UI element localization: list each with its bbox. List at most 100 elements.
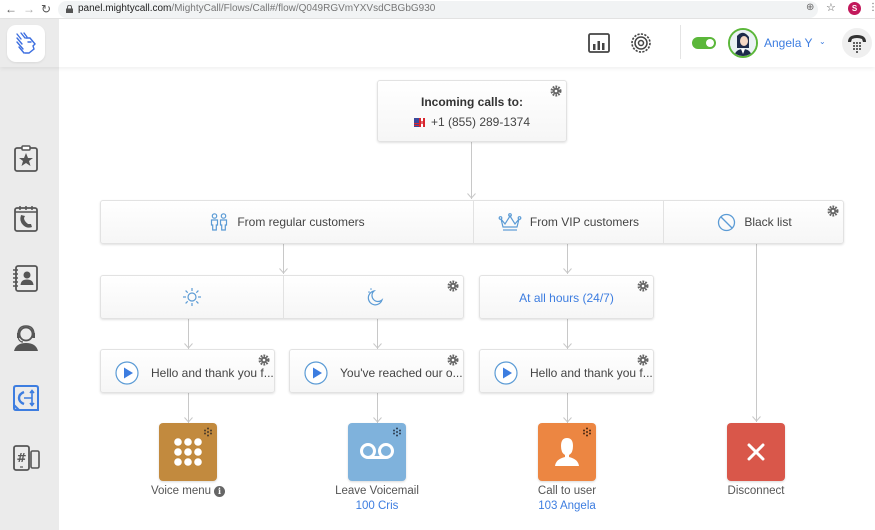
schedule-node-regular — [100, 275, 464, 319]
mightycall-logo[interactable] — [7, 25, 45, 62]
call-flow-icon — [13, 385, 39, 411]
action-label-disconnect: Disconnect — [727, 485, 785, 497]
sidebar-item-contacts[interactable] — [11, 263, 41, 293]
bookmark-star-icon[interactable]: ☆ — [826, 1, 836, 14]
moon-icon — [367, 288, 383, 306]
sidebar-item-call-flows[interactable] — [11, 383, 41, 413]
sidebar-item-favorites[interactable] — [11, 143, 41, 173]
app-header: Angela Y ⌄ — [0, 19, 875, 67]
incoming-title: Incoming calls to: — [420, 95, 523, 109]
sun-icon — [183, 288, 201, 306]
greeting-node[interactable]: Hello and thank you f... — [100, 349, 275, 393]
greeting-node[interactable]: You've reached our o... — [289, 349, 464, 393]
greeting-text: You've reached our o... — [340, 366, 463, 380]
browser-profile-avatar[interactable]: S — [848, 2, 861, 15]
lock-icon — [66, 5, 73, 13]
phone-numbers-icon: # — [13, 445, 40, 471]
action-label-call-to-user: Call to user — [537, 485, 597, 497]
gear-icon[interactable] — [629, 31, 653, 55]
caller-filter-node: From regular customers From VIP customer… — [100, 200, 844, 244]
arrow-left-icon[interactable]: ← — [4, 2, 18, 16]
schedule-node-vip[interactable]: At all hours (24/7) — [479, 275, 654, 319]
chevron-down-icon[interactable]: ⌄ — [819, 37, 826, 46]
crown-icon — [498, 213, 522, 231]
connector-line — [471, 141, 472, 199]
sidebar-item-operator[interactable] — [11, 323, 41, 353]
voice-menu-label: Voice menu — [150, 485, 212, 497]
action-label-voice-menu: Voice menu i — [118, 485, 258, 497]
url-path: /MightyCall/Flows/Call#/flow/Q049RGVmYXV… — [171, 3, 436, 14]
action-voice-menu[interactable] — [159, 423, 217, 481]
keypad-icon — [174, 438, 202, 466]
arrow-right-icon[interactable]: → — [22, 2, 36, 16]
incoming-number-row: +1 (855) 289-1374 — [378, 115, 566, 129]
browser-toolbar: ← → ↻ panel.mightycall.com/MightyCall/Fl… — [0, 0, 875, 19]
clipboard-star-icon — [14, 145, 38, 172]
flow-canvas: Incoming calls to: +1 (855) 289-1374 Fro… — [59, 67, 875, 530]
sidebar-item-calendar-calls[interactable] — [11, 203, 41, 233]
avatar-portrait-icon — [730, 30, 756, 56]
gear-icon[interactable] — [447, 280, 459, 292]
call-target-link[interactable]: 103 Angela — [497, 500, 637, 512]
action-leave-voicemail[interactable] — [348, 423, 406, 481]
schedule-after-hours[interactable] — [284, 276, 465, 318]
filter-black-list-label: Black list — [744, 215, 792, 229]
dialer-button[interactable] — [842, 28, 872, 58]
svg-text:#: # — [16, 451, 26, 465]
user-icon — [555, 438, 579, 466]
greeting-text: Hello and thank you f... — [151, 366, 274, 380]
phone-dialpad-icon — [848, 35, 866, 53]
sidebar: # — [0, 67, 59, 530]
address-bar[interactable]: panel.mightycall.com/MightyCall/Flows/Ca… — [58, 1, 818, 18]
action-disconnect[interactable] — [727, 423, 785, 481]
mightycall-logo-icon — [16, 32, 36, 54]
filter-black-list[interactable]: Black list — [664, 201, 845, 243]
arrow-down-icon — [279, 268, 288, 274]
gear-icon[interactable] — [258, 354, 270, 366]
sidebar-item-numbers[interactable]: # — [11, 443, 41, 473]
people-icon — [211, 213, 228, 231]
arrow-down-icon — [467, 193, 476, 199]
vip-schedule-label: At all hours (24/7) — [519, 291, 614, 305]
filter-vip-customers[interactable]: From VIP customers — [474, 201, 663, 243]
arrow-down-icon — [752, 416, 761, 422]
incoming-number: +1 (855) 289-1374 — [430, 115, 531, 129]
url-host: panel.mightycall.com — [78, 3, 172, 14]
bar-chart-icon[interactable] — [587, 31, 611, 55]
play-icon[interactable] — [115, 361, 139, 385]
gear-icon[interactable] — [637, 280, 649, 292]
voicemail-target-link[interactable]: 100 Cris — [307, 500, 447, 512]
drag-handle-icon[interactable] — [582, 427, 592, 437]
logo-column — [0, 19, 59, 67]
browser-menu-icon[interactable]: ⋮ — [868, 2, 875, 13]
filter-regular-customers[interactable]: From regular customers — [101, 201, 473, 243]
drag-handle-icon[interactable] — [203, 427, 213, 437]
us-ca-flag-icon — [413, 118, 425, 127]
close-icon — [747, 443, 765, 461]
info-icon[interactable]: i — [214, 486, 226, 497]
drag-handle-icon[interactable] — [392, 427, 402, 437]
arrow-down-icon — [563, 268, 572, 274]
zoom-icon[interactable]: ⊕ — [806, 2, 814, 13]
action-label-leave-voicemail: Leave Voicemail — [335, 485, 419, 497]
voicemail-icon — [360, 443, 394, 459]
user-name[interactable]: Angela Y — [764, 36, 813, 50]
play-icon[interactable] — [494, 361, 518, 385]
headset-agent-icon — [14, 325, 38, 351]
greeting-text: Hello and thank you f... — [530, 366, 653, 380]
action-call-to-user[interactable] — [538, 423, 596, 481]
filter-regular-label: From regular customers — [237, 215, 365, 229]
gear-icon[interactable] — [447, 354, 459, 366]
play-icon[interactable] — [304, 361, 328, 385]
gear-icon[interactable] — [827, 205, 839, 217]
incoming-calls-node[interactable]: Incoming calls to: +1 (855) 289-1374 — [377, 80, 567, 142]
block-icon — [718, 213, 736, 231]
greeting-node[interactable]: Hello and thank you f... — [479, 349, 654, 393]
reload-icon[interactable]: ↻ — [39, 2, 53, 16]
gear-icon[interactable] — [637, 354, 649, 366]
url-text: panel.mightycall.com/MightyCall/Flows/Ca… — [78, 3, 435, 14]
availability-toggle[interactable] — [692, 37, 716, 49]
address-book-icon — [13, 265, 38, 292]
schedule-business-hours[interactable] — [101, 276, 283, 318]
user-avatar[interactable] — [728, 28, 758, 58]
